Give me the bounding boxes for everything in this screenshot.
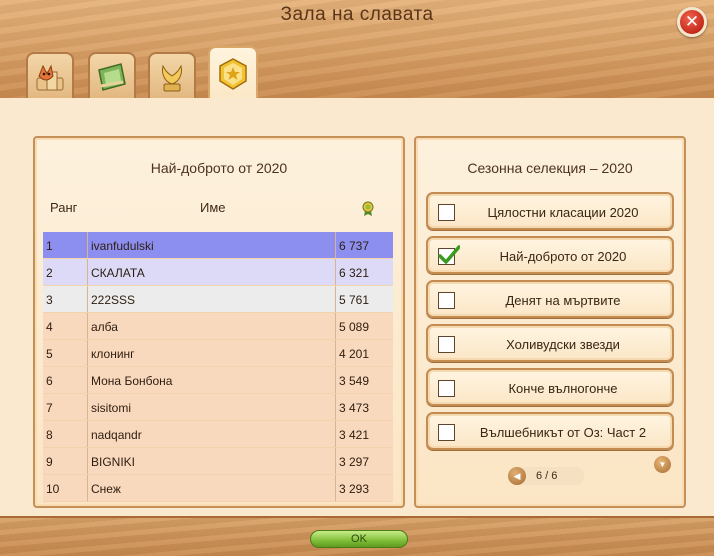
season-option-label: Вълшебникът от Оз: Част 2: [479, 425, 647, 440]
checkbox[interactable]: [438, 292, 455, 309]
name-cell: СКАЛАТА: [91, 266, 145, 280]
chevron-down-icon: ▼: [658, 460, 667, 469]
score-cell: 6 321: [339, 266, 370, 280]
table-row[interactable]: 7 sisitomi 3 473: [43, 394, 393, 421]
rank-cell: 10: [46, 482, 60, 496]
rank-cell: 7: [46, 401, 53, 415]
medal-icon: [362, 201, 374, 216]
ok-button[interactable]: OK: [310, 530, 408, 548]
season-option-wizard-of-oz-2[interactable]: Вълшебникът от Оз: Част 2: [426, 412, 674, 450]
close-button[interactable]: ✕: [677, 7, 707, 37]
season-option-seahorse[interactable]: Конче вълногонче: [426, 368, 674, 406]
previous-page-button[interactable]: ◀: [508, 467, 526, 485]
checkbox[interactable]: [438, 204, 455, 221]
name-cell: клонинг: [91, 347, 135, 361]
table-row[interactable]: 8 nadqandr 3 421: [43, 421, 393, 448]
name-cell: алба: [91, 320, 118, 334]
season-option-overall-2020[interactable]: Цялостни класации 2020: [426, 192, 674, 230]
score-cell: 5 089: [339, 320, 370, 334]
checkbox[interactable]: [438, 336, 455, 353]
season-option-label: Конче вълногонче: [508, 381, 618, 396]
checkbox[interactable]: [438, 380, 455, 397]
name-column-header: Име: [200, 200, 226, 215]
score-cell: 3 297: [339, 455, 370, 469]
checkbox-checked[interactable]: [438, 245, 460, 265]
leaderboard-panel: Най-доброто от 2020 Ранг Име 1 ivanfudul…: [33, 136, 405, 508]
checkbox[interactable]: [438, 424, 455, 441]
checkmark-icon: [438, 245, 460, 264]
table-row[interactable]: 4 алба 5 089: [43, 313, 393, 340]
score-cell: 4 201: [339, 347, 370, 361]
rank-cell: 3: [46, 293, 53, 307]
rank-column-header: Ранг: [50, 200, 78, 215]
name-cell: ivanfudulski: [91, 239, 154, 253]
table-row[interactable]: 9 BIGNIKI 3 297: [43, 448, 393, 475]
scroll-down-button[interactable]: ▼: [654, 456, 671, 473]
table-row[interactable]: 1 ivanfudulski 6 737: [43, 232, 393, 259]
name-cell: sisitomi: [91, 401, 132, 415]
rank-cell: 8: [46, 428, 53, 442]
season-option-label: Денят на мъртвите: [505, 293, 621, 308]
rank-cell: 6: [46, 374, 53, 388]
tab-golden-wings[interactable]: [148, 52, 196, 100]
golden-wings-icon: [162, 64, 182, 92]
rank-cell: 5: [46, 347, 53, 361]
season-option-label: Цялостни класации 2020: [487, 205, 639, 220]
green-card-icon: [98, 63, 126, 91]
season-selection-panel: Сезонна селекция – 2020 Цялостни класаци…: [414, 136, 686, 508]
name-cell: nadqandr: [91, 428, 142, 442]
table-row[interactable]: 2 СКАЛАТА 6 321: [43, 259, 393, 286]
rank-cell: 9: [46, 455, 53, 469]
fox-ranking-icon: [36, 64, 64, 91]
close-icon: ✕: [684, 12, 700, 31]
leaderboard-rows: 1 ivanfudulski 6 737 2 СКАЛАТА 6 321 3 2…: [43, 232, 393, 502]
table-row[interactable]: 10 Снеж 3 293: [43, 475, 393, 502]
table-row[interactable]: 6 Мона Бонбона 3 549: [43, 367, 393, 394]
season-option-label: Холивудски звезди: [506, 337, 620, 352]
rank-cell: 1: [46, 239, 53, 253]
rank-cell: 4: [46, 320, 53, 334]
chevron-left-icon: ◀: [513, 471, 521, 481]
name-cell: 222SSS: [91, 293, 136, 307]
score-cell: 3 473: [339, 401, 370, 415]
table-row[interactable]: 5 клонинг 4 201: [43, 340, 393, 367]
tab-green-card[interactable]: [88, 52, 136, 100]
season-option-best-of-2020[interactable]: Най-доброто от 2020: [426, 236, 674, 274]
name-cell: Снеж: [91, 482, 121, 496]
rank-cell: 2: [46, 266, 53, 280]
season-option-hollywood-stars[interactable]: Холивудски звезди: [426, 324, 674, 362]
table-row[interactable]: 3 222SSS 5 761: [43, 286, 393, 313]
name-cell: Мона Бонбона: [91, 374, 173, 388]
season-pager: ◀ 6 / 6: [508, 467, 584, 485]
name-cell: BIGNIKI: [91, 455, 136, 469]
score-cell: 3 421: [339, 428, 370, 442]
window-title: Зала на славата: [280, 4, 434, 25]
score-cell: 3 549: [339, 374, 370, 388]
tab-fox-ranking[interactable]: [26, 52, 74, 100]
page-indicator: 6 / 6: [536, 470, 558, 482]
score-cell: 5 761: [339, 293, 370, 307]
season-selection-title: Сезонна селекция – 2020: [467, 160, 633, 176]
score-cell: 3 293: [339, 482, 370, 496]
score-cell: 6 737: [339, 239, 370, 253]
leaderboard-title: Най-доброто от 2020: [150, 160, 288, 176]
season-option-day-of-dead[interactable]: Денят на мъртвите: [426, 280, 674, 318]
tab-gold-badge[interactable]: [208, 46, 258, 100]
gold-badge-icon: [219, 58, 247, 90]
season-option-label: Най-доброто от 2020: [499, 249, 627, 264]
